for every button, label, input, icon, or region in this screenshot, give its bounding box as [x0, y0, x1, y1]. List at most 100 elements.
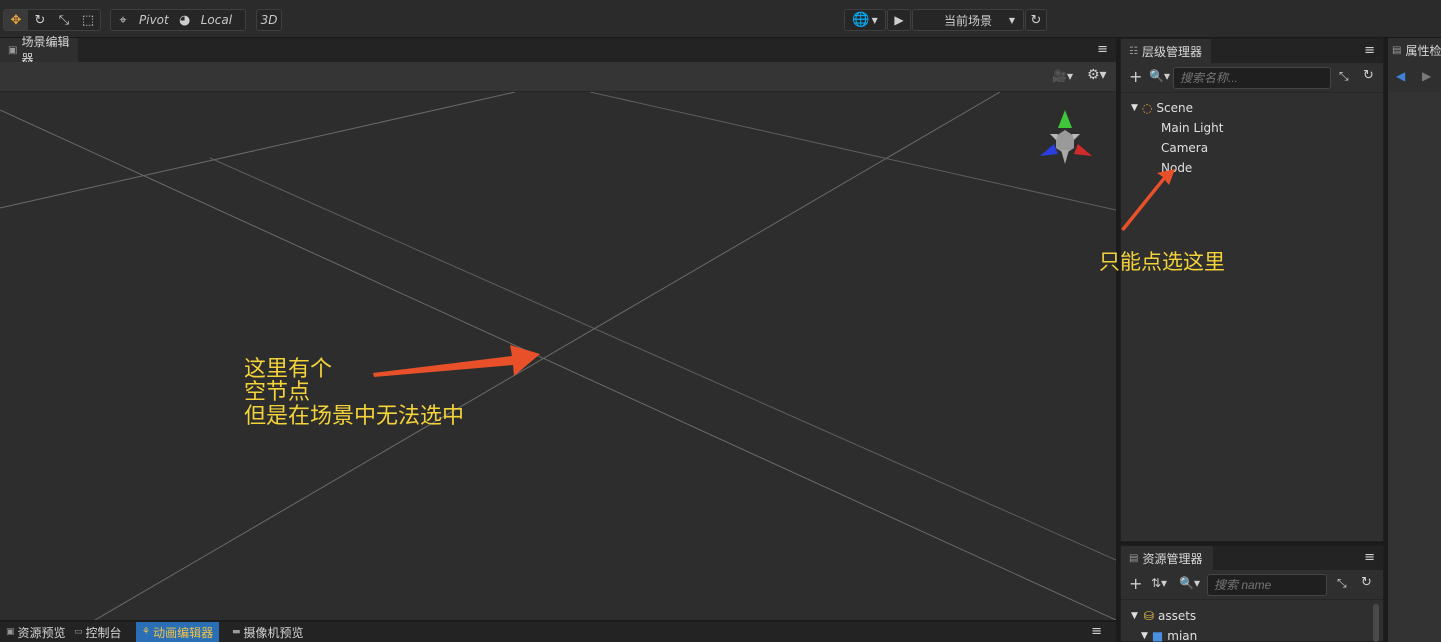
pivot-label[interactable]: Pivot — [135, 13, 173, 27]
main-toolbar: ✥ ↻ ⤡ ⬚ ⌖ Pivot ◕ Local 3D 🌐 ▼ ▶ 当前场景 ▼ … — [0, 0, 1441, 38]
tree-row-main-light[interactable]: Main Light — [1161, 118, 1223, 138]
tree-label-main-light: Main Light — [1161, 121, 1224, 135]
assets-icon: ▤ — [1129, 552, 1139, 564]
tab-properties[interactable]: ▤ 属性检 — [1388, 38, 1441, 62]
hierarchy-toolbar: + 🔍▾ ⤡ ↻ — [1121, 63, 1383, 93]
platform-select[interactable]: 🌐 ▼ — [844, 9, 886, 31]
tree-label-assets: assets — [1157, 609, 1197, 623]
scene-editor-icon: ▣ — [8, 44, 18, 56]
asset-preview-label: 资源预览 — [17, 625, 66, 640]
pivot-icon[interactable]: ⌖ — [111, 10, 135, 30]
tree-label-mian: mian — [1167, 629, 1198, 642]
asset-preview-icon: ▣ — [6, 627, 15, 637]
assets-tab-label: 资源管理器 — [1142, 551, 1203, 566]
assets-tabbar: ▤ 资源管理器 ≡ — [1121, 546, 1383, 570]
tab-assets[interactable]: ▤ 资源管理器 — [1121, 546, 1213, 570]
panel-menu-icon[interactable]: ≡ — [1364, 550, 1375, 565]
assets-search-input[interactable] — [1207, 574, 1327, 596]
tab-camera-preview[interactable]: ▬ 摄像机预览 — [226, 622, 310, 642]
properties-body — [1388, 92, 1441, 642]
tree-row-scene[interactable]: ▼ ◌ Scene — [1131, 98, 1193, 118]
pivot-local-group: ⌖ Pivot ◕ Local — [110, 9, 246, 31]
refresh-icon[interactable]: ↻ — [1363, 68, 1374, 83]
scale-tool-icon[interactable]: ⤡ — [52, 10, 76, 30]
axis-gizmo-icon[interactable] — [1036, 110, 1096, 170]
tab-scene-editor[interactable]: ▣ 场景编辑器 — [0, 35, 78, 66]
back-arrow-icon[interactable]: ◀ — [1396, 69, 1405, 83]
add-icon[interactable]: + — [1129, 67, 1142, 86]
scene-flame-icon: ◌ — [1141, 101, 1153, 115]
database-icon: ⛁ — [1143, 609, 1154, 623]
move-tool-icon[interactable]: ✥ — [4, 10, 28, 30]
properties-tabbar: ▤ 属性检 — [1388, 38, 1441, 62]
tab-console[interactable]: ▭ 控制台 — [68, 622, 128, 642]
refresh-button[interactable]: ↻ — [1025, 9, 1047, 31]
tree-row-mian[interactable]: ▼ ■ mian — [1141, 626, 1197, 642]
tab-animation-editor[interactable]: ⚘ 动画编辑器 — [136, 622, 220, 642]
caret-down-icon[interactable]: ▼ — [1131, 611, 1138, 621]
caret-down-icon[interactable]: ▼ — [1131, 103, 1138, 113]
scene-tabbar: ▣ 场景编辑器 ≡ — [0, 35, 1116, 66]
panel-menu-icon[interactable]: ≡ — [1091, 624, 1102, 639]
rotate-tool-icon[interactable]: ↻ — [28, 10, 52, 30]
play-button[interactable]: ▶ — [887, 9, 911, 31]
play-icon: ▶ — [894, 13, 904, 27]
annotation-line-3: 但是在场景中无法选中 — [244, 404, 465, 429]
animation-icon: ⚘ — [142, 627, 151, 637]
local-label[interactable]: Local — [197, 13, 236, 27]
chevron-down-icon: ▼ — [1008, 15, 1015, 25]
tree-label-camera: Camera — [1161, 141, 1209, 155]
folder-icon: ■ — [1151, 629, 1164, 642]
assets-toolbar: + ⇅▾ 🔍▾ ⤡ ↻ — [1121, 570, 1383, 600]
properties-icon: ▤ — [1392, 44, 1402, 56]
hierarchy-tabbar: ☷ 层级管理器 ≡ — [1121, 39, 1383, 63]
assets-scrollbar[interactable] — [1373, 604, 1379, 642]
assets-panel: ▤ 资源管理器 ≡ + ⇅▾ 🔍▾ ⤡ ↻ ▼ ⛁ assets ▼ ■ mia… — [1120, 545, 1384, 642]
refresh-icon: ↻ — [1030, 12, 1042, 28]
chevron-down-icon: ▼ — [871, 15, 878, 25]
globe-icon: 🌐 — [852, 12, 870, 28]
caret-down-icon[interactable]: ▼ — [1141, 631, 1148, 641]
console-icon: ▭ — [74, 627, 83, 637]
scene-subtoolbar: 🎥▾ ⚙▾ — [0, 62, 1116, 92]
hierarchy-tab-label: 层级管理器 — [1141, 44, 1202, 59]
panel-menu-icon[interactable]: ≡ — [1364, 43, 1375, 58]
globe-icon[interactable]: ◕ — [173, 10, 197, 30]
refresh-icon[interactable]: ↻ — [1361, 575, 1372, 590]
tab-hierarchy[interactable]: ☷ 层级管理器 — [1121, 39, 1211, 63]
tree-row-camera[interactable]: Camera — [1161, 138, 1208, 158]
scene-select[interactable]: 当前场景 ▼ — [912, 9, 1024, 31]
transform-tools: ✥ ↻ ⤡ ⬚ — [3, 9, 101, 31]
mode-3d-button[interactable]: 3D — [256, 9, 282, 31]
properties-tab-label: 属性检 — [1405, 43, 1441, 58]
mode-3d-label: 3D — [260, 13, 278, 27]
collapse-icon[interactable]: ⤡ — [1337, 576, 1347, 591]
camera-icon[interactable]: 🎥▾ — [1052, 69, 1073, 83]
camera-preview-icon: ▬ — [232, 627, 241, 637]
collapse-icon[interactable]: ⤡ — [1339, 69, 1349, 84]
hierarchy-panel: ☷ 层级管理器 ≡ + 🔍▾ ⤡ ↻ ▼ ◌ Scene Main Light … — [1099, 38, 1384, 542]
search-icon[interactable]: 🔍▾ — [1179, 576, 1200, 590]
hierarchy-search-input[interactable] — [1173, 67, 1331, 89]
scene-viewport[interactable]: 这里有个 空节点 但是在场景中无法选中 — [0, 92, 1116, 620]
forward-arrow-icon[interactable]: ▶ — [1422, 69, 1431, 83]
hierarchy-icon: ☷ — [1129, 45, 1138, 57]
panel-menu-icon[interactable]: ≡ — [1097, 42, 1108, 57]
tree-label-scene: Scene — [1156, 101, 1193, 115]
rect-tool-icon[interactable]: ⬚ — [76, 10, 100, 30]
search-icon[interactable]: 🔍▾ — [1149, 69, 1170, 83]
scene-select-label: 当前场景 — [943, 13, 992, 28]
grid-lines — [0, 92, 1116, 620]
animation-editor-label: 动画编辑器 — [153, 625, 214, 640]
tree-row-assets[interactable]: ▼ ⛁ assets — [1131, 606, 1196, 626]
bottom-tabbar: ▣ 资源预览 ▭ 控制台 ⚘ 动画编辑器 ▬ 摄像机预览 ≡ — [0, 622, 1116, 642]
gear-icon[interactable]: ⚙▾ — [1087, 67, 1107, 83]
annotation-arrow — [373, 345, 540, 377]
add-icon[interactable]: + — [1129, 574, 1142, 593]
annotation-line-1: 这里有个 — [244, 357, 333, 382]
sort-icon[interactable]: ⇅▾ — [1151, 576, 1167, 590]
scene-editor-panel: ▣ 场景编辑器 ≡ 🎥▾ ⚙▾ 这里有个 空节点 但是在场景中无法选中 — [0, 35, 1116, 620]
hierarchy-annotation-text: 只能点选这里 — [1099, 250, 1225, 274]
tab-asset-preview[interactable]: ▣ 资源预览 — [0, 622, 72, 642]
annotation-line-2: 空节点 — [244, 380, 311, 405]
